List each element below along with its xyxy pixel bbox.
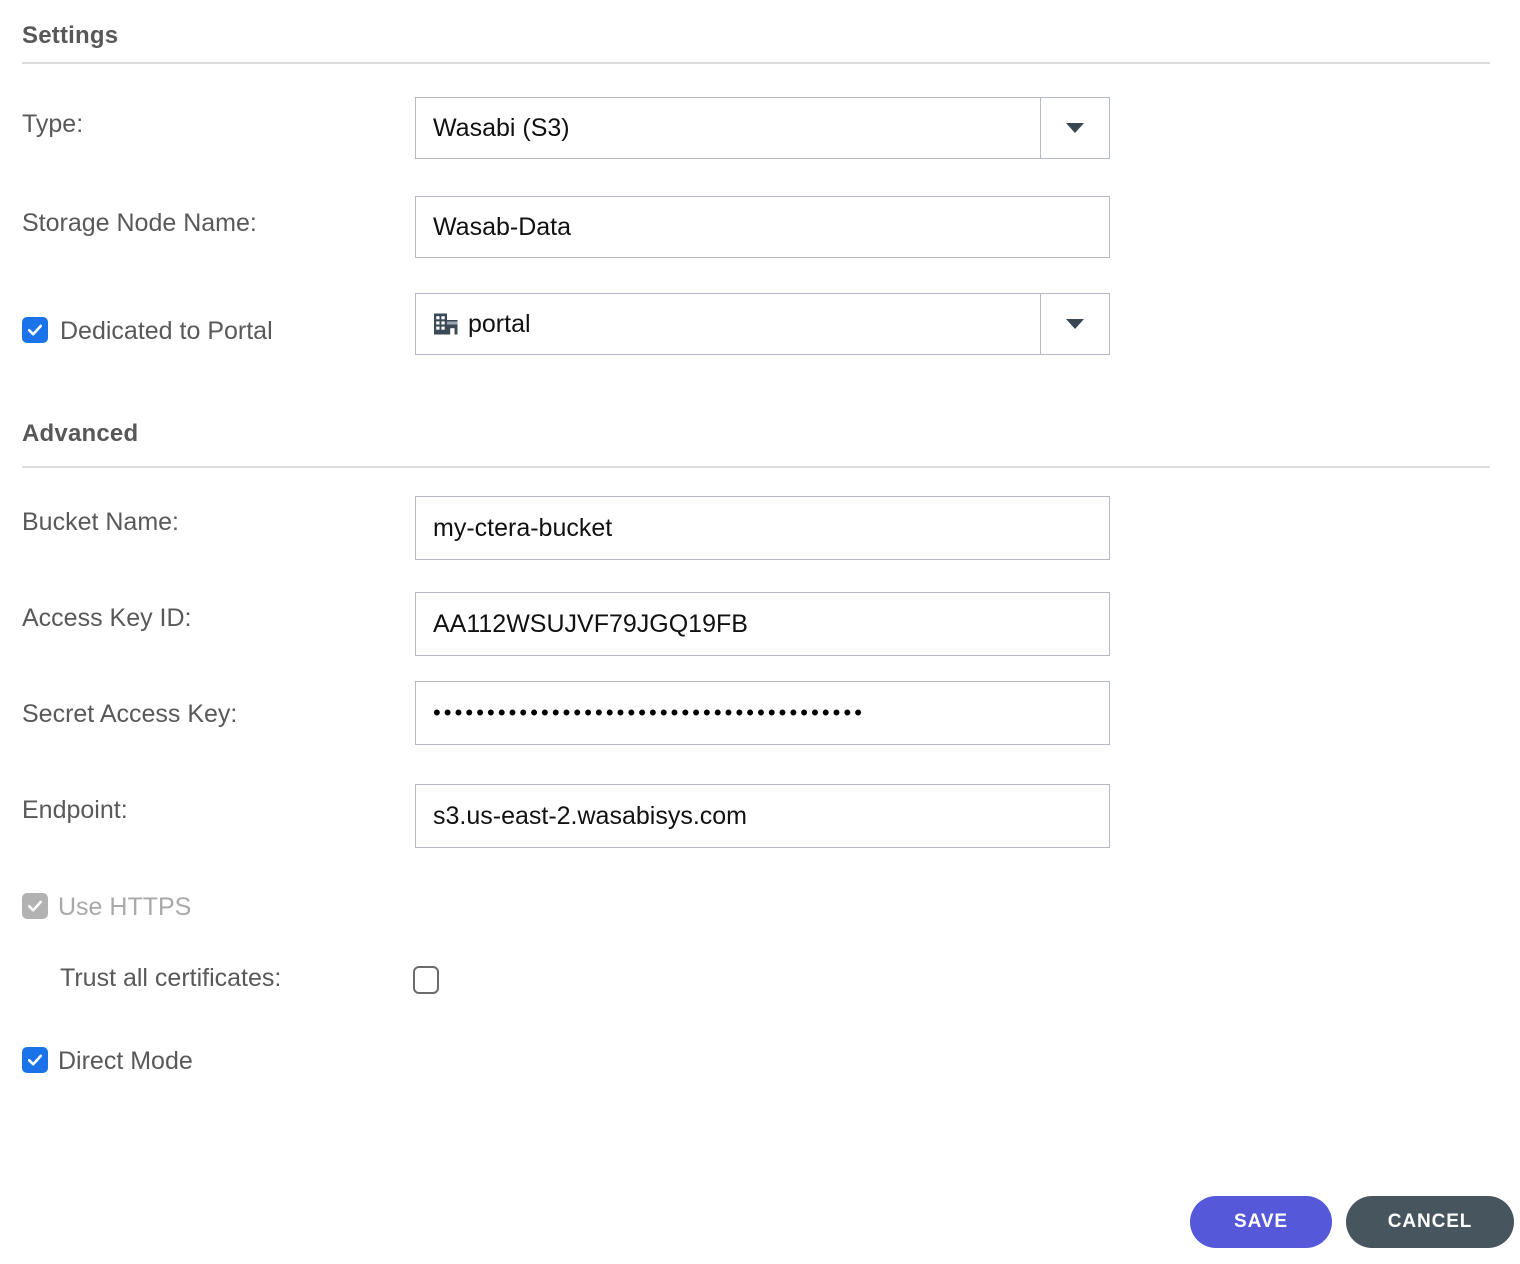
advanced-section-divider [22,466,1490,468]
chevron-down-icon [1066,319,1084,329]
save-button[interactable]: SAVE [1190,1196,1332,1248]
portal-select-value: portal [468,310,531,339]
portal-select-dropdown-button[interactable] [1040,293,1110,355]
storage-node-name-label: Storage Node Name: [22,211,257,236]
type-select-value: Wasabi (S3) [433,114,570,143]
bucket-name-value: my-ctera-bucket [433,516,612,541]
bucket-name-label: Bucket Name: [22,510,179,535]
building-icon [433,311,459,337]
dedicated-to-portal-label: Dedicated to Portal [60,319,273,344]
trust-all-certificates-checkbox[interactable] [413,966,439,994]
type-select[interactable]: Wasabi (S3) [415,97,1040,159]
check-icon [27,1052,43,1068]
use-https-label: Use HTTPS [58,895,191,920]
bucket-name-input[interactable]: my-ctera-bucket [415,496,1110,560]
endpoint-input[interactable]: s3.us-east-2.wasabisys.com [415,784,1110,848]
check-icon [27,322,43,338]
settings-section-title: Settings [22,22,118,50]
secret-access-key-input[interactable]: •••••••••••••••••••••••••••••••••••••••• [415,681,1110,745]
access-key-id-input[interactable]: AA112WSUJVF79JGQ19FB [415,592,1110,656]
secret-access-key-label: Secret Access Key: [22,702,237,727]
advanced-section-title: Advanced [22,420,138,448]
type-label: Type: [22,112,83,137]
check-icon [27,898,43,914]
cancel-button[interactable]: CANCEL [1346,1196,1514,1248]
storage-node-settings-panel: Settings Type: Wasabi (S3) Storage Node … [0,0,1520,1264]
portal-select[interactable]: portal [415,293,1040,355]
chevron-down-icon [1066,123,1084,133]
endpoint-value: s3.us-east-2.wasabisys.com [433,804,747,829]
use-https-checkbox [22,893,48,919]
access-key-id-value: AA112WSUJVF79JGQ19FB [433,612,748,637]
direct-mode-checkbox[interactable] [22,1047,48,1073]
direct-mode-label: Direct Mode [58,1049,193,1074]
secret-access-key-value: •••••••••••••••••••••••••••••••••••••••• [433,702,865,724]
storage-node-name-input[interactable]: Wasab-Data [415,196,1110,258]
settings-section-divider [22,62,1490,64]
type-select-dropdown-button[interactable] [1040,97,1110,159]
endpoint-label: Endpoint: [22,798,128,823]
dedicated-to-portal-checkbox[interactable] [22,317,48,343]
access-key-id-label: Access Key ID: [22,606,192,631]
storage-node-name-value: Wasab-Data [433,215,571,240]
trust-all-certificates-label: Trust all certificates: [60,966,281,991]
